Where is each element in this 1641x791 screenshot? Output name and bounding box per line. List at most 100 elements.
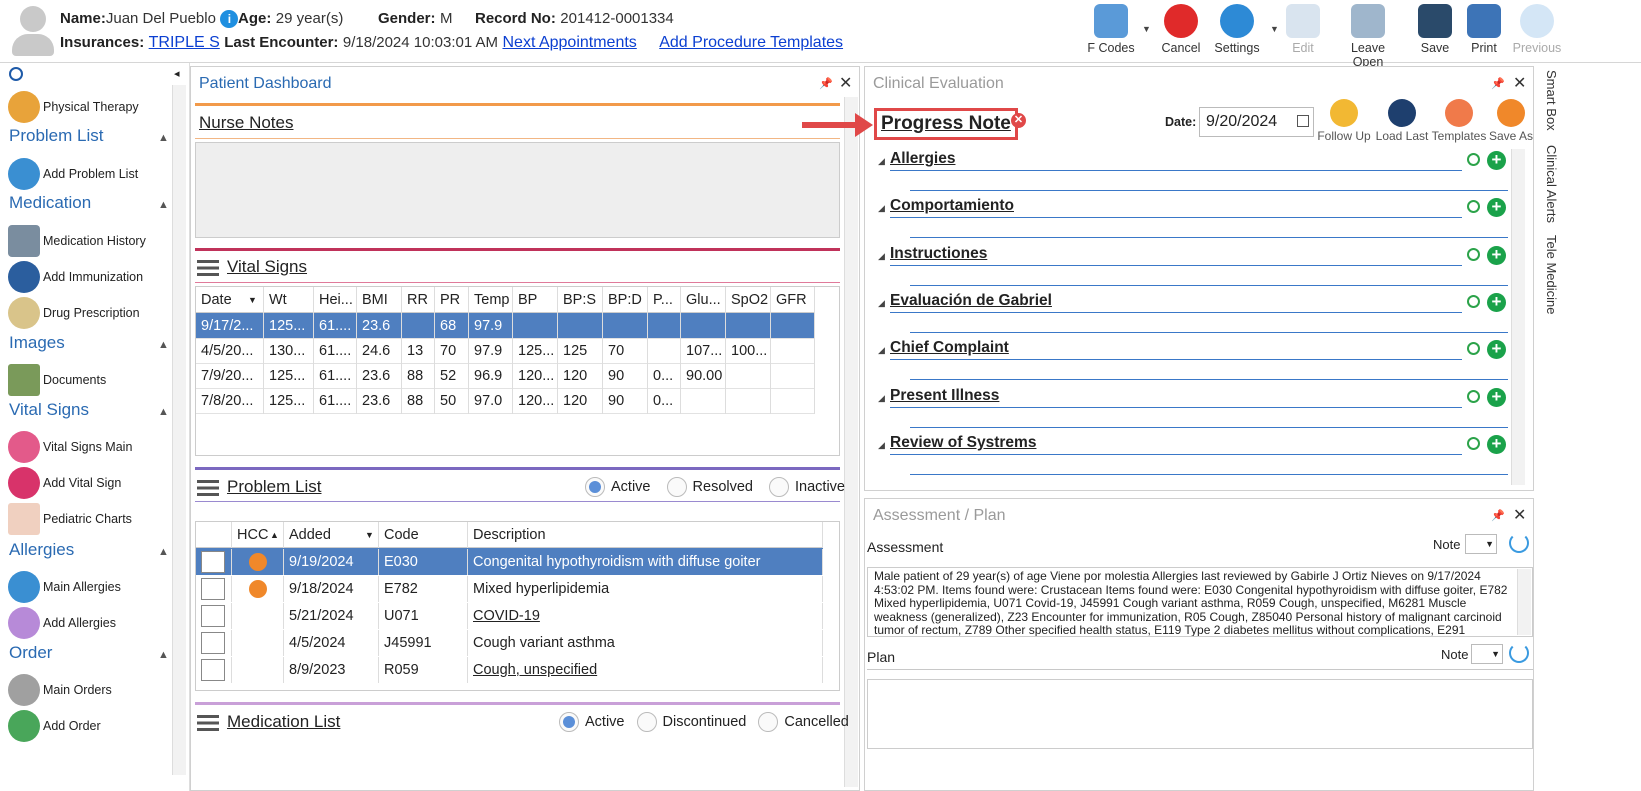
sidebar-item-add-allergies[interactable]: Add Allergies <box>8 605 116 641</box>
column-header-spo2[interactable]: SpO2 <box>726 286 771 313</box>
follow-up-button[interactable]: Follow Up <box>1317 99 1371 143</box>
tab-smart-box[interactable]: Smart Box <box>1544 70 1559 131</box>
tab-tele-medicine[interactable]: Tele Medicine <box>1544 235 1559 315</box>
row-checkbox[interactable] <box>196 575 232 602</box>
table-row[interactable]: 9/19/2024 E030 Congenital hypothyroidism w… <box>196 548 823 575</box>
expand-toggle-icon[interactable]: ◢ <box>878 156 885 167</box>
row-checkbox[interactable] <box>196 629 232 656</box>
sidebar-item-add-order[interactable]: Add Order <box>8 708 101 744</box>
search-icon[interactable] <box>9 67 23 81</box>
row-checkbox[interactable] <box>196 548 232 575</box>
collapse-sidebar-icon[interactable]: ◂ <box>174 67 180 80</box>
close-icon[interactable]: ✕ <box>1513 505 1526 525</box>
fcodes-button[interactable]: F Codes <box>1080 4 1142 55</box>
chevron-up-icon[interactable]: ▲ <box>158 339 169 351</box>
section-title[interactable]: Allergies <box>890 150 955 168</box>
filter-resolved-radio[interactable]: Resolved <box>666 477 753 497</box>
cancel-button[interactable]: Cancel <box>1150 4 1212 55</box>
sidebar-item-drug-prescription[interactable]: Drug Prescription <box>8 295 140 331</box>
table-row[interactable]: 7/8/20... 125... 61.... 23.6 88 50 97.0 120... 1… <box>196 387 815 414</box>
refresh-icon[interactable] <box>1509 643 1529 663</box>
note-format-dropdown[interactable]: ▼ <box>1471 644 1503 664</box>
add-section-icon[interactable]: + <box>1487 434 1506 454</box>
dashboard-scrollbar[interactable] <box>844 97 858 787</box>
refresh-icon[interactable] <box>1509 533 1529 553</box>
sidebar-item-add-problem-list[interactable]: Add Problem List <box>8 156 138 192</box>
calendar-icon[interactable] <box>1297 115 1309 127</box>
filter-inactive-radio[interactable]: Inactive <box>769 477 845 497</box>
sidebar-item-pediatric-charts[interactable]: Pediatric Charts <box>8 501 132 537</box>
expand-toggle-icon[interactable]: ◢ <box>878 345 885 356</box>
menu-icon[interactable] <box>197 714 219 731</box>
table-cell-desc[interactable]: COVID-19 <box>468 602 823 629</box>
table-cell-desc[interactable]: Cough, unspecified <box>468 656 823 683</box>
sidebar-item-main-allergies[interactable]: Main Allergies <box>8 569 121 605</box>
column-header-glucose[interactable]: Glu... <box>681 286 726 313</box>
sidebar-item-vital-signs-main[interactable]: Vital Signs Main <box>8 429 132 465</box>
section-title[interactable]: Chief Complaint <box>890 339 1009 357</box>
expand-toggle-icon[interactable]: ◢ <box>878 203 885 214</box>
chevron-up-icon[interactable]: ▲ <box>158 649 169 661</box>
settings-button[interactable]: Settings <box>1206 4 1268 55</box>
column-header-bp[interactable]: BP <box>513 286 558 313</box>
section-title[interactable]: Review of Systrems <box>890 434 1036 452</box>
column-header-height[interactable]: Hei... <box>314 286 357 313</box>
filter-active-radio[interactable]: Active <box>559 712 625 732</box>
pin-icon[interactable]: 📌 <box>1491 509 1505 522</box>
column-header-pr[interactable]: PR <box>435 286 469 313</box>
alarm-clock-icon[interactable] <box>1467 389 1480 403</box>
menu-icon[interactable] <box>197 479 219 496</box>
assessment-scrollbar[interactable] <box>1517 569 1531 635</box>
column-header-p[interactable]: P... <box>648 286 681 313</box>
previous-button[interactable]: Previous <box>1506 4 1568 55</box>
column-header-bpd[interactable]: BP:D <box>603 286 648 313</box>
sort-down-icon[interactable]: ▼ <box>365 530 374 540</box>
edit-button[interactable]: Edit <box>1272 4 1334 55</box>
column-header-bmi[interactable]: BMI <box>357 286 402 313</box>
row-checkbox[interactable] <box>196 656 232 683</box>
clinical-scrollbar[interactable] <box>1511 149 1525 485</box>
sidebar-item-add-vital-sign[interactable]: Add Vital Sign <box>8 465 121 501</box>
column-header-gfr[interactable]: GFR <box>771 286 815 313</box>
sidebar-header-vital-signs[interactable]: Vital Signs <box>9 400 89 420</box>
close-icon[interactable]: ✕ <box>839 73 852 93</box>
chevron-up-icon[interactable]: ▲ <box>158 546 169 558</box>
tab-clinical-alerts[interactable]: Clinical Alerts <box>1544 145 1559 223</box>
sidebar-header-images[interactable]: Images <box>9 333 65 353</box>
row-checkbox[interactable] <box>196 602 232 629</box>
sidebar-header-problem-list[interactable]: Problem List <box>9 126 103 146</box>
sidebar-header-order[interactable]: Order <box>9 643 52 663</box>
chevron-up-icon[interactable]: ▲ <box>158 406 169 418</box>
expand-toggle-icon[interactable]: ◢ <box>878 440 885 451</box>
load-last-button[interactable]: Load Last <box>1375 99 1429 143</box>
expand-toggle-icon[interactable]: ◢ <box>878 393 885 404</box>
next-appointments-link[interactable]: Next Appointments <box>502 34 636 51</box>
sidebar-item-medication-history[interactable]: Medication History <box>8 223 146 259</box>
save-as-button[interactable]: Save As <box>1487 99 1535 143</box>
sort-up-icon[interactable]: ▲ <box>270 530 279 540</box>
menu-icon[interactable] <box>197 259 219 276</box>
column-header-description[interactable]: Description <box>468 521 823 548</box>
section-title[interactable]: Comportamiento <box>890 197 1014 215</box>
table-row[interactable]: 9/18/2024 E782 Mixed hyperlipidemia <box>196 575 823 602</box>
sidebar-item-main-orders[interactable]: Main Orders <box>8 672 112 708</box>
sidebar-header-allergies[interactable]: Allergies <box>9 540 74 560</box>
nurse-notes-textarea[interactable] <box>195 142 840 238</box>
close-icon[interactable]: ✕ <box>1513 73 1526 93</box>
plan-textarea[interactable] <box>867 679 1533 749</box>
add-section-icon[interactable]: + <box>1487 292 1506 312</box>
alarm-clock-icon[interactable] <box>1467 294 1480 308</box>
note-format-dropdown[interactable]: ▼ <box>1465 534 1497 554</box>
sort-down-icon[interactable]: ▼ <box>248 295 257 305</box>
filter-active-radio[interactable]: Active <box>585 477 651 497</box>
insurance-link[interactable]: TRIPLE S <box>149 34 220 51</box>
section-title[interactable]: Instructiones <box>890 245 987 263</box>
column-header-code[interactable]: Code <box>379 521 468 548</box>
sidebar-header-medication[interactable]: Medication <box>9 193 91 213</box>
chevron-up-icon[interactable]: ▲ <box>158 199 169 211</box>
leave-open-button[interactable]: Leave Open <box>1337 4 1399 69</box>
expand-toggle-icon[interactable]: ◢ <box>878 298 885 309</box>
pin-icon[interactable]: 📌 <box>1491 77 1505 90</box>
sidebar-scrollbar[interactable] <box>172 85 186 775</box>
table-row[interactable]: 7/9/20... 125... 61.... 23.6 88 52 96.9 120... 1… <box>196 362 815 389</box>
